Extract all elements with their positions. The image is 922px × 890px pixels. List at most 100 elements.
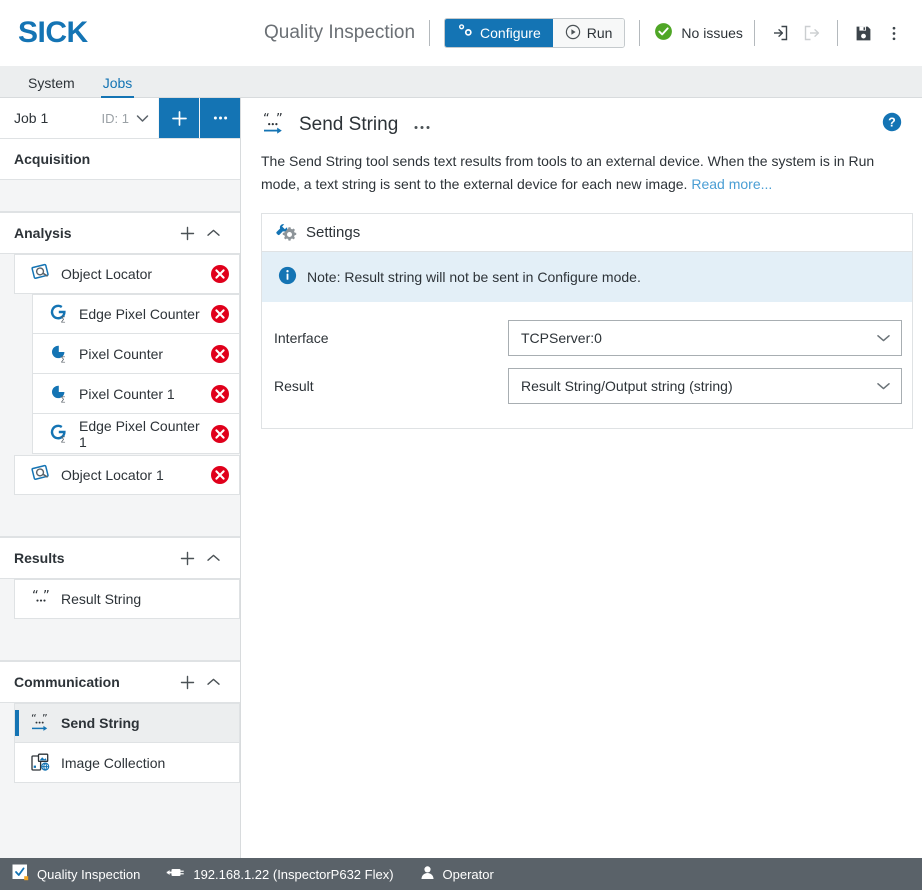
status-device-label: 192.168.1.22 (InspectorP632 Flex) (193, 866, 394, 882)
configure-mode-button[interactable]: Configure (445, 19, 553, 47)
tab-system[interactable]: System (14, 76, 89, 97)
section-header-analysis[interactable]: Analysis (0, 212, 240, 254)
run-mode-button[interactable]: Run (552, 19, 625, 47)
application-window: SICK Quality Inspection Configure Run No… (0, 0, 922, 890)
delete-tool-icon[interactable] (210, 465, 230, 485)
interface-select[interactable]: TCPServer:0 (508, 320, 902, 357)
svg-text:“: “ (32, 589, 39, 604)
tool-item-pixel-counter[interactable]: Σ Pixel Counter (32, 334, 240, 374)
job-id-label: ID: 1 (101, 110, 129, 126)
chevron-down-icon (876, 378, 891, 394)
result-string-icon: “ ” (27, 588, 57, 610)
main-tab-bar: System Jobs (0, 66, 922, 98)
body-container: Job 1 ID: 1 Acquisition Analysis Object … (0, 98, 922, 858)
selection-indicator (15, 710, 19, 736)
add-tool-icon[interactable] (174, 225, 200, 242)
main-content-panel: “ ” Send String ? The Send String tool s… (241, 98, 922, 858)
status-app-label: Quality Inspection (37, 866, 141, 882)
job-dropdown[interactable]: Job 1 ID: 1 (0, 98, 159, 138)
tool-group-communication: “ ” Send String Image Collection (0, 703, 240, 783)
section-spacer (0, 619, 240, 661)
delete-tool-icon[interactable] (210, 424, 230, 444)
divider (639, 20, 641, 46)
tool-label: Send String (61, 715, 140, 731)
form-row-interface: Interface TCPServer:0 (272, 314, 902, 362)
checkbox-app-icon (12, 864, 29, 884)
svg-text:Σ: Σ (60, 315, 65, 325)
svg-text:Σ: Σ (60, 354, 65, 364)
tool-label: Edge Pixel Counter (79, 306, 200, 322)
svg-text:?: ? (888, 116, 896, 130)
tool-label: Result String (61, 591, 142, 607)
chevron-down-icon (136, 110, 149, 126)
delete-tool-icon[interactable] (210, 344, 230, 364)
note-text: Note: Result string will not be sent in … (307, 269, 641, 286)
collapse-section-icon[interactable] (200, 677, 226, 687)
send-string-icon: “ ” (261, 112, 291, 138)
settings-card: Settings Note: Result string will not be… (261, 213, 913, 430)
kebab-menu-icon[interactable] (879, 18, 909, 48)
help-icon[interactable]: ? (882, 112, 902, 137)
delete-tool-icon[interactable] (210, 264, 230, 284)
tool-item-object-locator-1[interactable]: Object Locator 1 (14, 455, 240, 495)
delete-tool-icon[interactable] (210, 384, 230, 404)
tool-label: Pixel Counter 1 (79, 385, 175, 402)
form-row-result: Result Result String/Output string (stri… (272, 362, 902, 410)
result-select[interactable]: Result String/Output string (string) (508, 368, 902, 405)
run-label: Run (586, 25, 613, 41)
tool-item-send-string[interactable]: “ ” Send String (14, 703, 240, 743)
status-badge: No issues (654, 22, 743, 44)
section-header-acquisition[interactable]: Acquisition (0, 138, 240, 180)
section-body-acquisition (0, 180, 240, 212)
status-user-label: Operator (442, 866, 494, 882)
tool-item-pixel-counter-1[interactable]: Σ Pixel Counter 1 (32, 374, 240, 414)
collapse-section-icon[interactable] (200, 228, 226, 238)
divider (429, 20, 431, 46)
app-title: Quality Inspection (264, 22, 416, 43)
add-tool-icon[interactable] (174, 674, 200, 691)
tool-label: Pixel Counter (79, 345, 164, 362)
status-user: Operator (420, 865, 494, 883)
section-header-results[interactable]: Results (0, 537, 240, 579)
sidebar-tree[interactable]: Acquisition Analysis Object Locator Σ Ed… (0, 138, 240, 858)
divider (836, 20, 838, 46)
configure-label: Configure (480, 25, 541, 41)
tool-item-object-locator[interactable]: Object Locator (14, 254, 240, 294)
read-more-link[interactable]: Read more... (691, 176, 772, 192)
info-note: Note: Result string will not be sent in … (262, 252, 912, 303)
tab-jobs[interactable]: Jobs (89, 76, 147, 98)
add-job-button[interactable] (159, 98, 199, 138)
pixel-counter-icon: Σ (45, 343, 75, 365)
description-text: The Send String tool sends text results … (261, 153, 875, 192)
user-icon (420, 865, 435, 883)
save-icon[interactable] (849, 18, 879, 48)
object-locator-icon (27, 263, 57, 285)
section-header-communication[interactable]: Communication (0, 661, 240, 703)
status-label: No issues (681, 25, 743, 41)
tool-options-kebab-icon[interactable] (412, 117, 432, 134)
send-string-icon: “ ” (27, 712, 57, 734)
pixel-counter-icon: Σ (45, 383, 75, 405)
header-center-group: Quality Inspection Configure Run No issu… (264, 0, 909, 66)
collapse-section-icon[interactable] (200, 553, 226, 563)
tool-item-result-string[interactable]: “ ” Result String (14, 579, 240, 619)
tool-item-edge-pixel-counter[interactable]: Σ Edge Pixel Counter (32, 294, 240, 334)
section-title: Results (14, 550, 65, 566)
interface-value: TCPServer:0 (521, 330, 602, 347)
mode-toggle[interactable]: Configure Run (444, 18, 626, 48)
tool-label: Object Locator (61, 266, 153, 282)
logout-icon[interactable] (796, 18, 826, 48)
tool-group-analysis: Object Locator Σ Edge Pixel Counter Σ Pi… (0, 254, 240, 495)
image-collection-icon (27, 752, 57, 774)
top-header-bar: SICK Quality Inspection Configure Run No… (0, 0, 922, 66)
job-selector-row: Job 1 ID: 1 (0, 98, 240, 138)
tool-item-image-collection[interactable]: Image Collection (14, 743, 240, 783)
tool-item-edge-pixel-counter-1[interactable]: Σ Edge Pixel Counter 1 (32, 414, 240, 454)
svg-text:Σ: Σ (60, 434, 65, 444)
login-icon[interactable] (766, 18, 796, 48)
job-more-button[interactable] (200, 98, 240, 138)
add-tool-icon[interactable] (174, 550, 200, 567)
check-circle-icon (654, 22, 673, 44)
delete-tool-icon[interactable] (210, 304, 230, 324)
svg-text:”: ” (43, 589, 50, 604)
